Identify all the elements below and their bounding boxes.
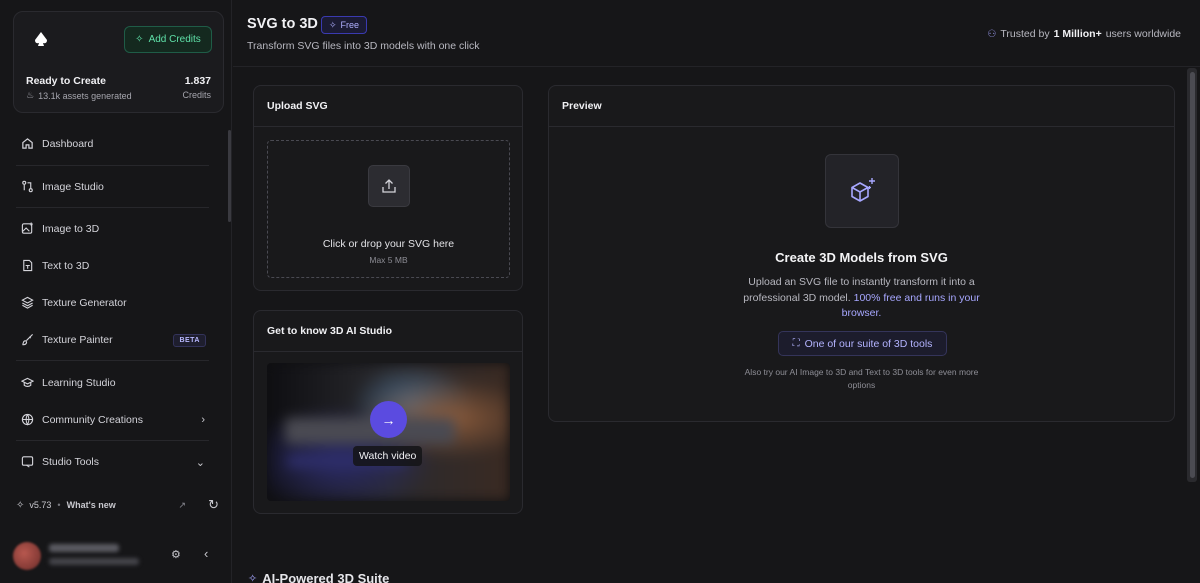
dropzone-text: Click or drop your SVG here xyxy=(322,238,455,250)
git-compare-icon xyxy=(21,180,35,194)
credits-label: Credits xyxy=(182,90,211,100)
collapse-sidebar-icon[interactable]: ‹ xyxy=(204,546,208,561)
preview-description: Upload an SVG file to instantly transfor… xyxy=(743,276,980,319)
watch-video-label[interactable]: Watch video xyxy=(353,446,423,466)
sidebar-item-label: Image Studio xyxy=(42,181,104,193)
chevron-down-icon[interactable]: ⌄ xyxy=(196,456,205,469)
learn-panel: Get to know 3D AI Studio → Watch video xyxy=(253,310,523,514)
sidebar-item-label: Learning Studio xyxy=(42,377,116,389)
whats-new-link[interactable]: What's new xyxy=(67,500,116,510)
cube-sparkle-icon xyxy=(825,154,899,228)
sparkle-icon: ✧ xyxy=(135,34,144,45)
sidebar-item-label: Dashboard xyxy=(42,138,94,150)
status-title: Ready to Create xyxy=(26,75,106,87)
sidebar-scrollbar[interactable] xyxy=(228,130,231,222)
logo-icon[interactable] xyxy=(32,30,50,48)
beta-badge: BETA xyxy=(173,333,206,347)
divider xyxy=(16,440,209,441)
divider xyxy=(16,207,209,208)
credits-value: 1.837 xyxy=(184,75,211,87)
sidebar-item-image-studio[interactable]: Image Studio xyxy=(16,180,209,194)
main-scrollbar-thumb[interactable] xyxy=(1190,72,1195,478)
image-plus-icon xyxy=(21,222,35,236)
sidebar-item-label: Text to 3D xyxy=(42,260,90,272)
sidebar-item-label: Texture Generator xyxy=(42,297,127,309)
version-row: ✧ v5.73 • What's new ↗ ↻ xyxy=(16,497,219,513)
sidebar-item-texture-painter[interactable]: Texture Painter BETA xyxy=(16,333,209,347)
divider xyxy=(233,66,1200,67)
upload-icon[interactable] xyxy=(368,165,410,207)
learn-panel-title: Get to know 3D AI Studio xyxy=(267,325,393,337)
avatar[interactable] xyxy=(13,542,41,570)
add-credits-label: Add Credits xyxy=(148,34,201,45)
text-file-icon xyxy=(21,259,35,273)
play-button[interactable]: → xyxy=(370,401,407,438)
suite-tools-button[interactable]: ⛶ One of our suite of 3D tools xyxy=(778,331,947,356)
tools-icon xyxy=(21,455,35,469)
divider xyxy=(16,165,209,166)
sparkle-icon: ✧ xyxy=(248,573,258,583)
also-try-text: Also try our AI Image to 3D and Text to … xyxy=(744,367,979,390)
refresh-icon[interactable]: ↻ xyxy=(208,497,219,513)
preview-panel: Preview Create 3D Models from SVG Upload… xyxy=(548,85,1175,422)
layers-icon xyxy=(21,296,35,310)
divider xyxy=(254,351,522,352)
section-heading: ✧ AI-Powered 3D Suite xyxy=(248,571,390,583)
expand-icon: ⛶ xyxy=(792,338,800,349)
add-credits-button[interactable]: ✧ Add Credits xyxy=(124,26,212,53)
paintbrush-icon xyxy=(21,333,35,347)
globe-icon xyxy=(21,413,35,427)
max-size-text: Max 5 MB xyxy=(369,255,408,265)
dot-separator: • xyxy=(57,500,61,510)
sidebar: ✧ Add Credits Ready to Create ♨ 13.1k as… xyxy=(0,0,232,583)
free-badge: ✧ Free xyxy=(321,16,368,34)
assets-generated: ♨ 13.1k assets generated xyxy=(26,90,132,101)
settings-sliders-icon[interactable]: ⚙ xyxy=(171,548,181,561)
version-label: v5.73 xyxy=(29,500,52,510)
trusted-banner: ⚇ Trusted by 1 Million+ users worldwide xyxy=(987,28,1181,40)
sidebar-item-image-to-3d[interactable]: Image to 3D xyxy=(16,222,209,236)
sidebar-item-dashboard[interactable]: Dashboard xyxy=(16,137,209,151)
user-email-blurred xyxy=(49,558,139,565)
graduation-cap-icon xyxy=(21,376,35,390)
sidebar-item-label: Studio Tools xyxy=(42,456,100,468)
chevron-right-icon[interactable]: › xyxy=(201,414,205,426)
external-link-icon[interactable]: ↗ xyxy=(179,500,187,511)
sparkle-icon: ✧ xyxy=(329,19,337,30)
sidebar-item-community-creations[interactable]: Community Creations › xyxy=(16,413,209,427)
page-subtitle: Transform SVG files into 3D models with … xyxy=(247,40,480,52)
divider xyxy=(16,360,209,361)
preview-heading: Create 3D Models from SVG xyxy=(775,250,948,265)
flame-icon: ♨ xyxy=(26,90,35,100)
users-icon: ⚇ xyxy=(987,28,997,40)
user-profile[interactable]: ⚙ ‹ xyxy=(13,538,223,574)
sidebar-item-label: Image to 3D xyxy=(42,223,100,235)
sparkle-icon: ✧ xyxy=(16,499,25,511)
upload-panel: Upload SVG Click or drop your SVG here M… xyxy=(253,85,523,291)
sidebar-item-learning-studio[interactable]: Learning Studio xyxy=(16,376,209,390)
upload-panel-title: Upload SVG xyxy=(267,100,328,112)
divider xyxy=(254,126,522,127)
preview-panel-title: Preview xyxy=(562,100,602,112)
divider xyxy=(549,126,1174,127)
svg-dropzone[interactable]: Click or drop your SVG here Max 5 MB xyxy=(267,140,510,278)
sidebar-item-label: Texture Painter xyxy=(42,334,113,346)
sidebar-item-studio-tools[interactable]: Studio Tools ⌄ xyxy=(16,455,209,469)
user-name-blurred xyxy=(49,544,119,552)
credits-card: ✧ Add Credits Ready to Create ♨ 13.1k as… xyxy=(13,11,224,113)
sidebar-item-texture-generator[interactable]: Texture Generator xyxy=(16,296,209,310)
sidebar-item-label: Community Creations xyxy=(42,414,143,426)
page-title: SVG to 3D xyxy=(247,16,318,32)
sidebar-item-text-to-3d[interactable]: Text to 3D xyxy=(16,259,209,273)
home-icon xyxy=(21,137,35,151)
video-thumbnail[interactable]: → Watch video xyxy=(267,363,510,501)
